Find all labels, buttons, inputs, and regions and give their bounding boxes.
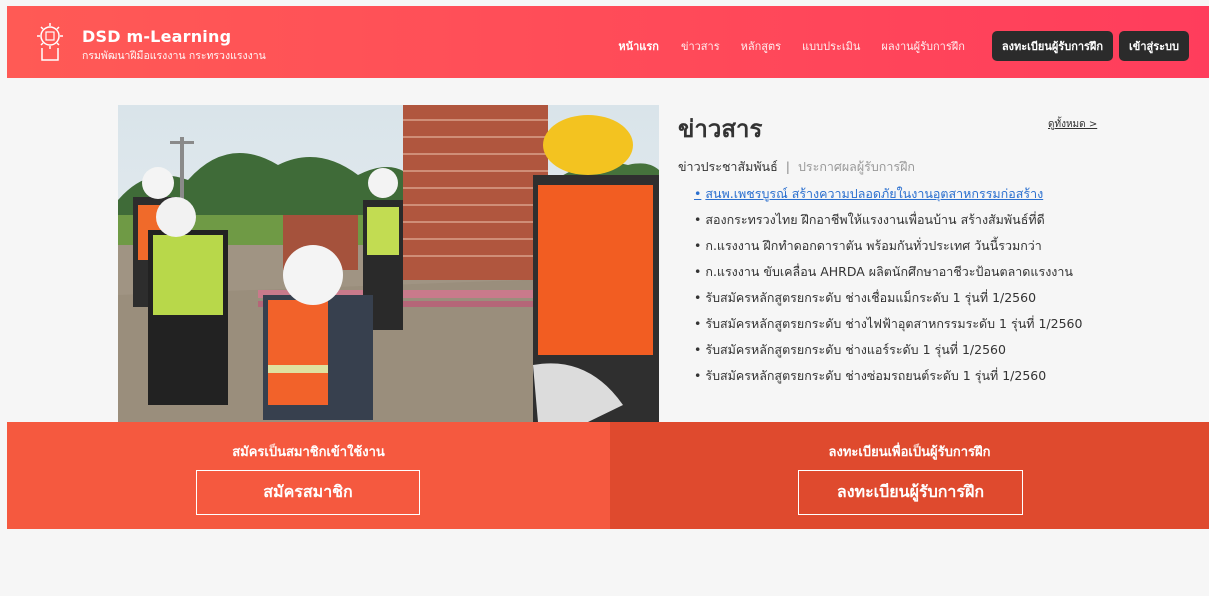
news-item-text: รับสมัครหลักสูตรยกระดับ ช่างซ่อมรถยนต์ระ… xyxy=(705,368,1047,383)
news-item[interactable]: • ก.แรงงาน ฝึกทำดอกดาราตัน พร้อมกันทั่วปร… xyxy=(694,236,1114,262)
trainee-register-button[interactable]: ลงทะเบียนผู้รับการฝึก xyxy=(798,470,1023,515)
news-item-text: รับสมัครหลักสูตรยกระดับ ช่างเชื่อมแม็กระ… xyxy=(705,290,1037,305)
news-item[interactable]: • รับสมัครหลักสูตรยกระดับ ช่างไฟฟ้าอุตสาห… xyxy=(694,314,1114,340)
news-item-text: รับสมัครหลักสูตรยกระดับ ช่างแอร์ระดับ 1 … xyxy=(705,342,1006,357)
news-item-text: รับสมัครหลักสูตรยกระดับ ช่างไฟฟ้าอุตสาหก… xyxy=(705,316,1083,331)
news-item-text: สนพ.เพชรบูรณ์ สร้างความปลอดภัยในงานอุตสา… xyxy=(705,186,1044,201)
dsd-logo-icon[interactable] xyxy=(29,20,71,64)
login-button[interactable]: เข้าสู่ระบบ xyxy=(1119,31,1189,61)
brand-title[interactable]: DSD m-Learning xyxy=(82,27,231,46)
nav-courses[interactable]: หลักสูตร xyxy=(741,37,781,55)
training-photo xyxy=(118,105,659,422)
top-header: DSD m-Learning กรมพัฒนาฝีมือแรงงาน กระทร… xyxy=(7,6,1209,78)
news-item-text: ก.แรงงาน ฝึกทำดอกดาราตัน พร้อมกันทั่วประ… xyxy=(705,238,1042,253)
signup-button[interactable]: สมัครสมาชิก xyxy=(196,470,420,515)
tab-separator: | xyxy=(785,159,790,174)
news-title: ข่าวสาร xyxy=(678,115,763,143)
brand-subtitle: กรมพัฒนาฝีมือแรงงาน กระทรวงแรงงาน xyxy=(82,50,266,62)
nav-home[interactable]: หน้าแรก xyxy=(618,37,659,55)
see-all-news-link[interactable]: ดูทั้งหมด > xyxy=(1048,117,1097,132)
news-item[interactable]: • รับสมัครหลักสูตรยกระดับ ช่างแอร์ระดับ 1… xyxy=(694,340,1114,366)
news-tabs: ข่าวประชาสัมพันธ์ | ประกาศผลผู้รับการฝึก xyxy=(678,157,915,177)
main-nav: หน้าแรก ข่าวสาร หลักสูตร แบบประเมิน ผลงา… xyxy=(618,31,1189,61)
trainee-register-label: ลงทะเบียนเพื่อเป็นผู้รับการฝึก xyxy=(828,445,991,460)
news-item[interactable]: • สองกระทรวงไทย ฝึกอาชีพให้แรงงานเพื่อนบ้… xyxy=(694,210,1114,236)
news-list: • สนพ.เพชรบูรณ์ สร้างความปลอดภัยในงานอุตส… xyxy=(694,184,1114,392)
news-item[interactable]: • ก.แรงงาน ขับเคลื่อน AHRDA ผลิตนักศึกษาอ… xyxy=(694,262,1114,288)
news-item[interactable]: • รับสมัครหลักสูตรยกระดับ ช่างซ่อมรถยนต์ร… xyxy=(694,366,1114,392)
tab-public-relations[interactable]: ข่าวประชาสัมพันธ์ xyxy=(678,159,778,174)
news-item[interactable]: • รับสมัครหลักสูตรยกระดับ ช่างเชื่อมแม็กร… xyxy=(694,288,1114,314)
signup-label: สมัครเป็นสมาชิกเข้าใช้งาน xyxy=(232,445,385,460)
register-trainee-button[interactable]: ลงทะเบียนผู้รับการฝึก xyxy=(991,31,1114,61)
news-item-text: สองกระทรวงไทย ฝึกอาชีพให้แรงงานเพื่อนบ้า… xyxy=(705,212,1045,227)
nav-trainee-works[interactable]: ผลงานผู้รับการฝึก xyxy=(881,37,964,55)
nav-news[interactable]: ข่าวสาร xyxy=(681,37,720,55)
trainee-register-panel: ลงทะเบียนเพื่อเป็นผู้รับการฝึก ลงทะเบียน… xyxy=(610,422,1209,529)
signup-panel: สมัครเป็นสมาชิกเข้าใช้งาน สมัครสมาชิก xyxy=(7,422,610,529)
tab-trainee-results[interactable]: ประกาศผลผู้รับการฝึก xyxy=(798,159,915,174)
news-item-text: ก.แรงงาน ขับเคลื่อน AHRDA ผลิตนักศึกษาอา… xyxy=(705,264,1073,279)
nav-assessment[interactable]: แบบประเมิน xyxy=(802,37,860,55)
news-item[interactable]: • สนพ.เพชรบูรณ์ สร้างความปลอดภัยในงานอุตส… xyxy=(694,184,1114,210)
